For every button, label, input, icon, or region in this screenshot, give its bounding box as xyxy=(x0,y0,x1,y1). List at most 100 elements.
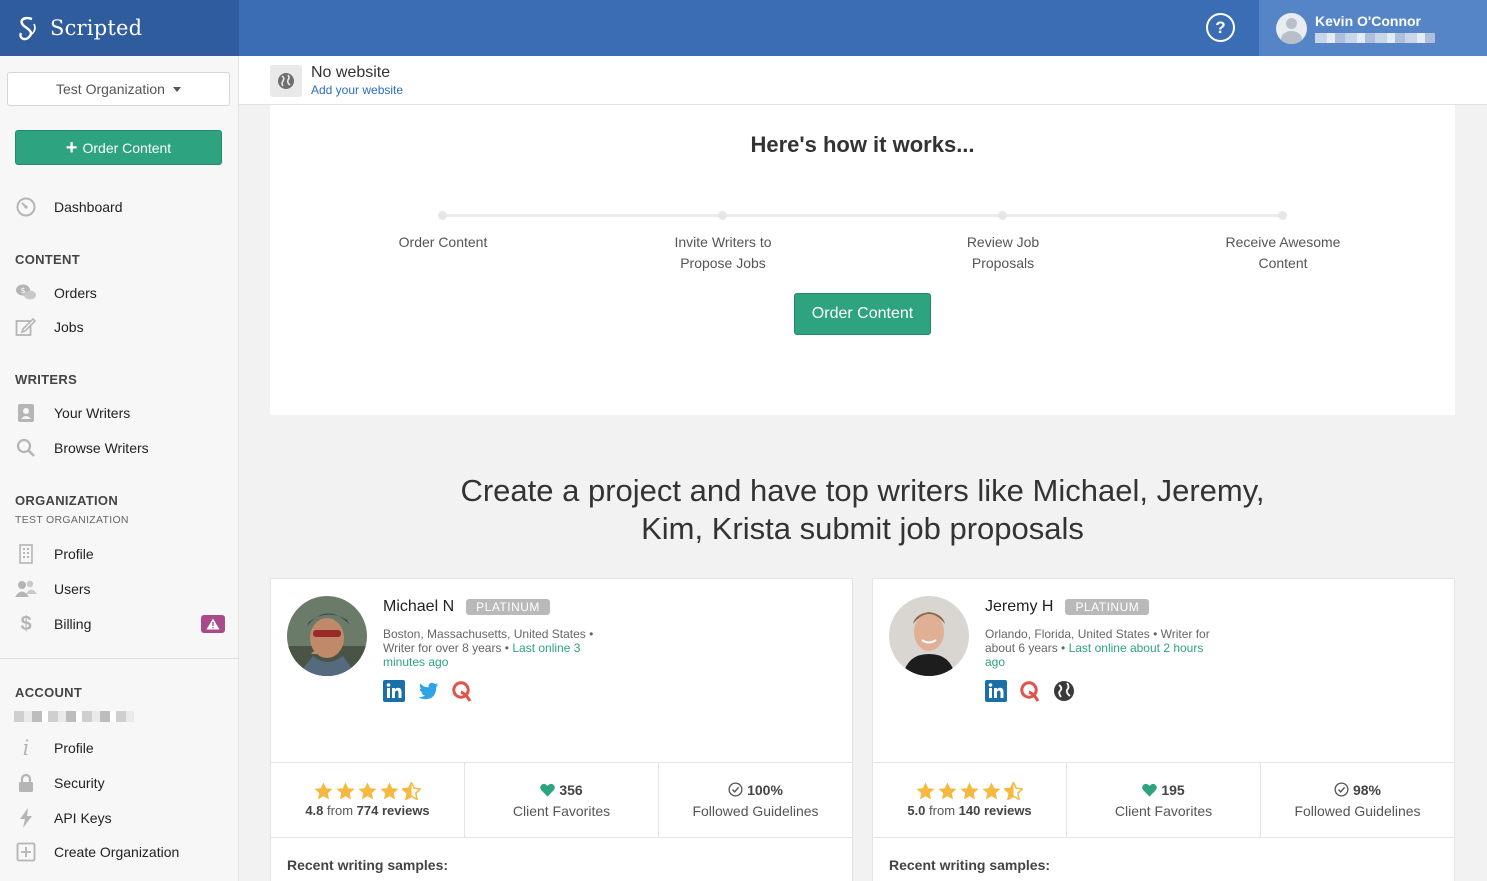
add-website-link[interactable]: Add your website xyxy=(311,83,403,97)
rating-stat: 4.8 from 774 reviews xyxy=(271,763,465,837)
star-icon xyxy=(916,782,935,800)
section-header-content: CONTENT xyxy=(15,252,80,267)
sidebar: Test Organization + Order Content Dashbo… xyxy=(0,56,239,881)
sidebar-item-api-keys[interactable]: API Keys xyxy=(15,805,235,831)
org-selector[interactable]: Test Organization xyxy=(7,72,230,106)
writer-name-row: Jeremy H PLATINUM xyxy=(985,598,1150,616)
last-online: Last online about 2 hours xyxy=(1065,641,1204,655)
top-bar: Scripted ? Kevin O'Connor xyxy=(0,0,1487,56)
quora-icon[interactable] xyxy=(451,680,473,702)
rating-reviews: 5.0 from 140 reviews xyxy=(907,803,1032,818)
step-dot xyxy=(998,211,1007,220)
sidebar-item-label: Billing xyxy=(54,616,92,632)
sidebar-item-create-organization[interactable]: Create Organization xyxy=(15,839,235,865)
rating-stars xyxy=(314,782,421,800)
writer-stats: 4.8 from 774 reviews 356 Client Favorite… xyxy=(271,762,852,838)
writer-name-row: Michael N PLATINUM xyxy=(383,598,550,616)
writing-samples-heading: Recent writing samples: xyxy=(287,857,449,873)
user-name: Kevin O'Connor xyxy=(1315,13,1421,29)
sidebar-item-account-profile[interactable]: i Profile xyxy=(15,735,235,761)
redacted-email xyxy=(1315,33,1435,43)
sidebar-item-orders[interactable]: $ Orders xyxy=(15,280,235,306)
search-icon xyxy=(15,437,37,459)
user-menu[interactable]: Kevin O'Connor xyxy=(1259,0,1487,56)
linkedin-icon[interactable] xyxy=(985,680,1007,702)
writer-socials xyxy=(383,680,473,702)
sidebar-item-label: Dashboard xyxy=(54,199,123,215)
dollar-icon: $ xyxy=(20,612,32,635)
step-connector xyxy=(1002,214,1282,217)
help-button[interactable]: ? xyxy=(1206,13,1235,42)
writer-socials xyxy=(985,680,1075,702)
warning-icon xyxy=(206,618,220,630)
writer-card[interactable]: Jeremy H PLATINUM Orlando, Florida, Unit… xyxy=(872,578,1455,881)
star-icon xyxy=(336,782,355,800)
promo-headline: Create a project and have top writers li… xyxy=(460,473,1265,546)
brand-name: Scripted xyxy=(50,16,143,40)
heart-icon xyxy=(1142,783,1158,797)
sidebar-item-label: Security xyxy=(54,775,105,791)
order-content-label: Order Content xyxy=(82,139,172,156)
linkedin-icon[interactable] xyxy=(383,680,405,702)
sidebar-item-billing[interactable]: $ Billing xyxy=(15,611,235,637)
sidebar-item-security[interactable]: Security xyxy=(15,770,235,796)
star-half-icon xyxy=(1004,782,1023,800)
sidebar-item-label: Orders xyxy=(54,285,97,301)
platinum-badge: PLATINUM xyxy=(1065,599,1150,615)
step-connector xyxy=(442,214,722,217)
star-icon xyxy=(314,782,333,800)
dashboard-gauge-icon xyxy=(15,196,37,218)
last-online: Last online 3 xyxy=(509,641,581,655)
writer-name[interactable]: Jeremy H xyxy=(985,598,1053,616)
sidebar-item-browse-writers[interactable]: Browse Writers xyxy=(15,435,235,461)
building-icon xyxy=(15,543,37,565)
user-avatar xyxy=(1276,12,1307,44)
rating-stars xyxy=(916,782,1023,800)
website-title: No website xyxy=(311,64,391,81)
plus-icon: + xyxy=(65,136,78,159)
sidebar-item-label: Browse Writers xyxy=(54,440,149,456)
sidebar-item-users[interactable]: Users xyxy=(15,576,235,602)
section-header-account: ACCOUNT xyxy=(15,685,83,700)
check-circle-icon xyxy=(728,782,743,797)
platinum-badge: PLATINUM xyxy=(466,599,550,615)
twitter-icon[interactable] xyxy=(417,680,439,702)
orders-chat-icon: $ xyxy=(15,282,37,304)
order-content-button[interactable]: + Order Content xyxy=(15,130,222,165)
globe-icon[interactable] xyxy=(1053,680,1075,702)
guidelines-stat: 100% Followed Guidelines xyxy=(692,781,819,819)
sidebar-item-label: Create Organization xyxy=(54,844,180,860)
writer-card[interactable]: Michael N PLATINUM Boston, Massachusetts… xyxy=(270,578,853,881)
sidebar-item-org-profile[interactable]: Profile xyxy=(15,541,235,567)
scripted-logo-icon xyxy=(19,16,36,41)
billing-warning-badge xyxy=(201,615,225,633)
address-book-icon xyxy=(15,402,37,424)
section-header-writers: WRITERS xyxy=(15,372,78,387)
writer-stats: 5.0 from 140 reviews 195 Client Favorite… xyxy=(873,762,1454,838)
question-icon: ? xyxy=(1215,17,1226,37)
plus-square-icon xyxy=(15,841,37,863)
sidebar-divider xyxy=(0,658,238,659)
edit-icon xyxy=(15,316,37,338)
sidebar-item-dashboard[interactable]: Dashboard xyxy=(15,194,235,220)
sidebar-item-your-writers[interactable]: Your Writers xyxy=(15,400,235,426)
writing-samples-heading: Recent writing samples: xyxy=(889,857,1051,873)
sidebar-item-jobs[interactable]: Jobs xyxy=(15,314,235,340)
writer-avatar xyxy=(889,596,969,676)
step-label: Order Content xyxy=(398,234,488,250)
how-it-works-card: Here's how it works... Order Content Inv… xyxy=(270,105,1455,415)
section-header-organization: ORGANIZATION xyxy=(15,493,119,508)
step-dot xyxy=(718,211,727,220)
step-label: Invite Writers to Propose Jobs xyxy=(674,234,772,271)
brand[interactable]: Scripted xyxy=(0,0,239,56)
writer-name[interactable]: Michael N xyxy=(383,598,454,616)
heart-icon xyxy=(540,783,556,797)
bolt-icon xyxy=(15,807,37,829)
star-icon xyxy=(380,782,399,800)
check-circle-icon xyxy=(1334,782,1349,797)
how-order-content-button[interactable]: Order Content xyxy=(794,293,931,335)
users-icon xyxy=(15,578,37,600)
quora-icon[interactable] xyxy=(1019,680,1041,702)
section-subheader-org-name: TEST ORGANIZATION xyxy=(15,514,129,526)
sidebar-item-label: Profile xyxy=(54,546,94,562)
